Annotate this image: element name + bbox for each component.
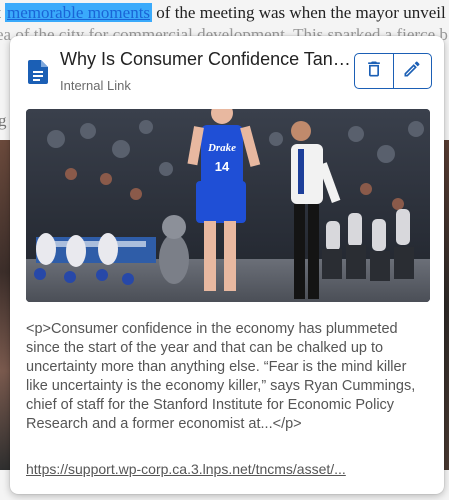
trash-icon xyxy=(364,59,384,84)
edit-button[interactable] xyxy=(392,54,432,88)
link-preview-popup: Why Is Consumer Confidence Tank... Inter… xyxy=(10,36,444,494)
highlighted-link[interactable]: memorable moments xyxy=(4,3,153,22)
link-type-label: Internal Link xyxy=(60,78,131,93)
document-icon xyxy=(28,60,48,84)
jersey-brand-text: Drake xyxy=(207,142,236,154)
pencil-icon xyxy=(402,59,422,84)
article-line-1: t memorable moments of the meeting was w… xyxy=(0,3,446,22)
preview-image: Drake 14 xyxy=(26,109,430,302)
link-description: <p>Consumer confidence in the economy ha… xyxy=(26,321,416,432)
jersey-number-text: 14 xyxy=(215,159,230,174)
link-url[interactable]: https://support.wp-corp.ca.3.lnps.net/tn… xyxy=(26,461,430,477)
delete-button[interactable] xyxy=(355,54,393,88)
popup-title: Why Is Consumer Confidence Tank... xyxy=(60,49,352,69)
article-line-3: g xyxy=(0,111,7,130)
basketball-photo: Drake 14 xyxy=(26,109,430,302)
action-button-group xyxy=(354,53,432,89)
